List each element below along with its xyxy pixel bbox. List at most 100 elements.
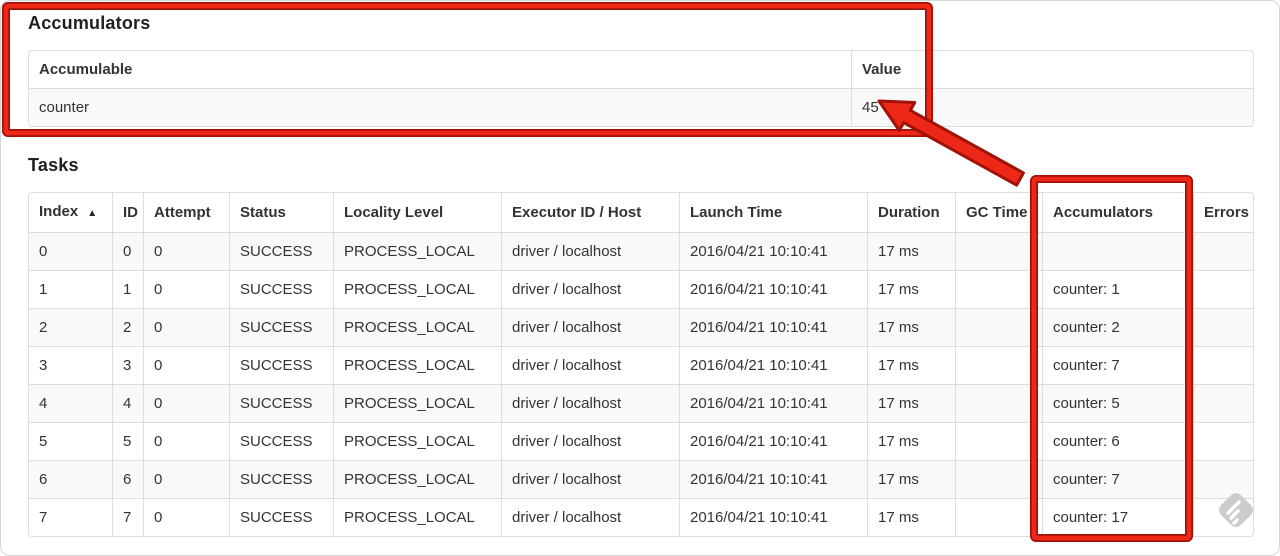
table-cell: SUCCESS xyxy=(229,308,333,346)
table-cell: 4 xyxy=(29,384,112,422)
table-cell: 17 ms xyxy=(867,384,955,422)
table-cell: PROCESS_LOCAL xyxy=(333,308,501,346)
accumulators-table: Accumulable Value counter 45 xyxy=(28,50,1254,127)
table-cell: 17 ms xyxy=(867,232,955,270)
table-cell: 5 xyxy=(112,422,143,460)
column-header-status[interactable]: Status xyxy=(229,193,333,232)
table-cell: 2016/04/21 10:10:41 xyxy=(679,498,867,536)
table-cell: 3 xyxy=(112,346,143,384)
column-header-attempt[interactable]: Attempt xyxy=(143,193,229,232)
table-cell xyxy=(955,384,1042,422)
column-header-id[interactable]: ID xyxy=(112,193,143,232)
table-cell: SUCCESS xyxy=(229,346,333,384)
table-cell: 2016/04/21 10:10:41 xyxy=(679,232,867,270)
table-cell: 2016/04/21 10:10:41 xyxy=(679,422,867,460)
table-cell: SUCCESS xyxy=(229,232,333,270)
column-header-locality-level[interactable]: Locality Level xyxy=(333,193,501,232)
column-header-launch-time[interactable]: Launch Time xyxy=(679,193,867,232)
spark-stage-detail-page: Accumulators Accumulable Value counter 45 T… xyxy=(28,0,1254,537)
table-cell: 0 xyxy=(143,384,229,422)
table-cell: 1 xyxy=(29,270,112,308)
table-cell: PROCESS_LOCAL xyxy=(333,460,501,498)
table-cell: SUCCESS xyxy=(229,384,333,422)
table-cell: driver / localhost xyxy=(501,346,679,384)
table-cell xyxy=(955,422,1042,460)
column-header-value[interactable]: Value xyxy=(851,51,1253,88)
header-row: Accumulable Value xyxy=(29,51,1253,88)
table-cell xyxy=(1193,270,1253,308)
table-cell: PROCESS_LOCAL xyxy=(333,232,501,270)
table-cell: 0 xyxy=(143,346,229,384)
table-cell: SUCCESS xyxy=(229,422,333,460)
table-row: 7 7 0 SUCCESS PROCESS_LOCAL driver / localhos… xyxy=(29,498,1253,536)
table-cell: 17 ms xyxy=(867,346,955,384)
table-cell: 2016/04/21 10:10:41 xyxy=(679,384,867,422)
table-cell: driver / localhost xyxy=(501,232,679,270)
table-cell: 2016/04/21 10:10:41 xyxy=(679,270,867,308)
column-header-gc-time[interactable]: GC Time xyxy=(955,193,1042,232)
table-row: 6 6 0 SUCCESS PROCESS_LOCAL driver / localhos… xyxy=(29,460,1253,498)
table-cell: PROCESS_LOCAL xyxy=(333,270,501,308)
table-cell: driver / localhost xyxy=(501,384,679,422)
table-cell xyxy=(1193,346,1253,384)
table-cell: 2 xyxy=(29,308,112,346)
table-cell: SUCCESS xyxy=(229,270,333,308)
column-header-executor-id-host[interactable]: Executor ID / Host xyxy=(501,193,679,232)
column-header-accumulable[interactable]: Accumulable xyxy=(29,51,851,88)
table-cell xyxy=(1193,308,1253,346)
table-cell: counter: 7 xyxy=(1042,346,1193,384)
table-cell xyxy=(1193,384,1253,422)
table-cell: 0 xyxy=(143,422,229,460)
column-header-errors[interactable]: Errors xyxy=(1193,193,1253,232)
column-header-index[interactable]: Index ▲ xyxy=(29,193,112,232)
table-cell: 0 xyxy=(143,308,229,346)
column-header-duration[interactable]: Duration xyxy=(867,193,955,232)
table-cell: counter: 7 xyxy=(1042,460,1193,498)
annotation-tool-watermark-icon xyxy=(1212,486,1260,539)
table-cell: 0 xyxy=(143,232,229,270)
table-cell: 5 xyxy=(29,422,112,460)
table-cell xyxy=(1193,422,1253,460)
table-cell: 2016/04/21 10:10:41 xyxy=(679,346,867,384)
table-row: 2 2 0 SUCCESS PROCESS_LOCAL driver / localhos… xyxy=(29,308,1253,346)
table-cell: counter xyxy=(29,88,851,126)
table-cell: SUCCESS xyxy=(229,460,333,498)
table-cell: SUCCESS xyxy=(229,498,333,536)
table-cell: PROCESS_LOCAL xyxy=(333,346,501,384)
table-row: 3 3 0 SUCCESS PROCESS_LOCAL driver / localhos… xyxy=(29,346,1253,384)
sort-ascending-icon: ▲ xyxy=(87,208,98,219)
table-cell: 17 ms xyxy=(867,460,955,498)
table-row: counter 45 xyxy=(29,88,1253,126)
column-header-accumulators[interactable]: Accumulators xyxy=(1042,193,1193,232)
tasks-section-title: Tasks xyxy=(28,155,79,175)
table-cell: 6 xyxy=(112,460,143,498)
table-cell: driver / localhost xyxy=(501,460,679,498)
table-cell xyxy=(955,232,1042,270)
table-cell: 3 xyxy=(29,346,112,384)
table-cell: 2016/04/21 10:10:41 xyxy=(679,308,867,346)
header-row: Index ▲ ID Attempt Status Locality Level Execu… xyxy=(29,193,1253,232)
table-cell: PROCESS_LOCAL xyxy=(333,498,501,536)
table-cell: 45 xyxy=(851,88,1253,126)
table-row: 5 5 0 SUCCESS PROCESS_LOCAL driver / localhos… xyxy=(29,422,1253,460)
table-cell: 4 xyxy=(112,384,143,422)
table-cell xyxy=(955,460,1042,498)
table-cell: driver / localhost xyxy=(501,422,679,460)
table-cell: 7 xyxy=(29,498,112,536)
table-cell: 2 xyxy=(112,308,143,346)
table-cell: 2016/04/21 10:10:41 xyxy=(679,460,867,498)
table-row: 0 0 0 SUCCESS PROCESS_LOCAL driver / localhos… xyxy=(29,232,1253,270)
table-cell: 0 xyxy=(143,460,229,498)
table-cell xyxy=(955,270,1042,308)
table-cell xyxy=(955,498,1042,536)
table-cell xyxy=(955,308,1042,346)
table-cell: 1 xyxy=(112,270,143,308)
table-cell xyxy=(955,346,1042,384)
table-cell: driver / localhost xyxy=(501,498,679,536)
table-cell: driver / localhost xyxy=(501,308,679,346)
table-cell: 0 xyxy=(143,270,229,308)
table-cell: PROCESS_LOCAL xyxy=(333,422,501,460)
table-cell: counter: 6 xyxy=(1042,422,1193,460)
table-cell: counter: 2 xyxy=(1042,308,1193,346)
table-cell xyxy=(1042,232,1193,270)
